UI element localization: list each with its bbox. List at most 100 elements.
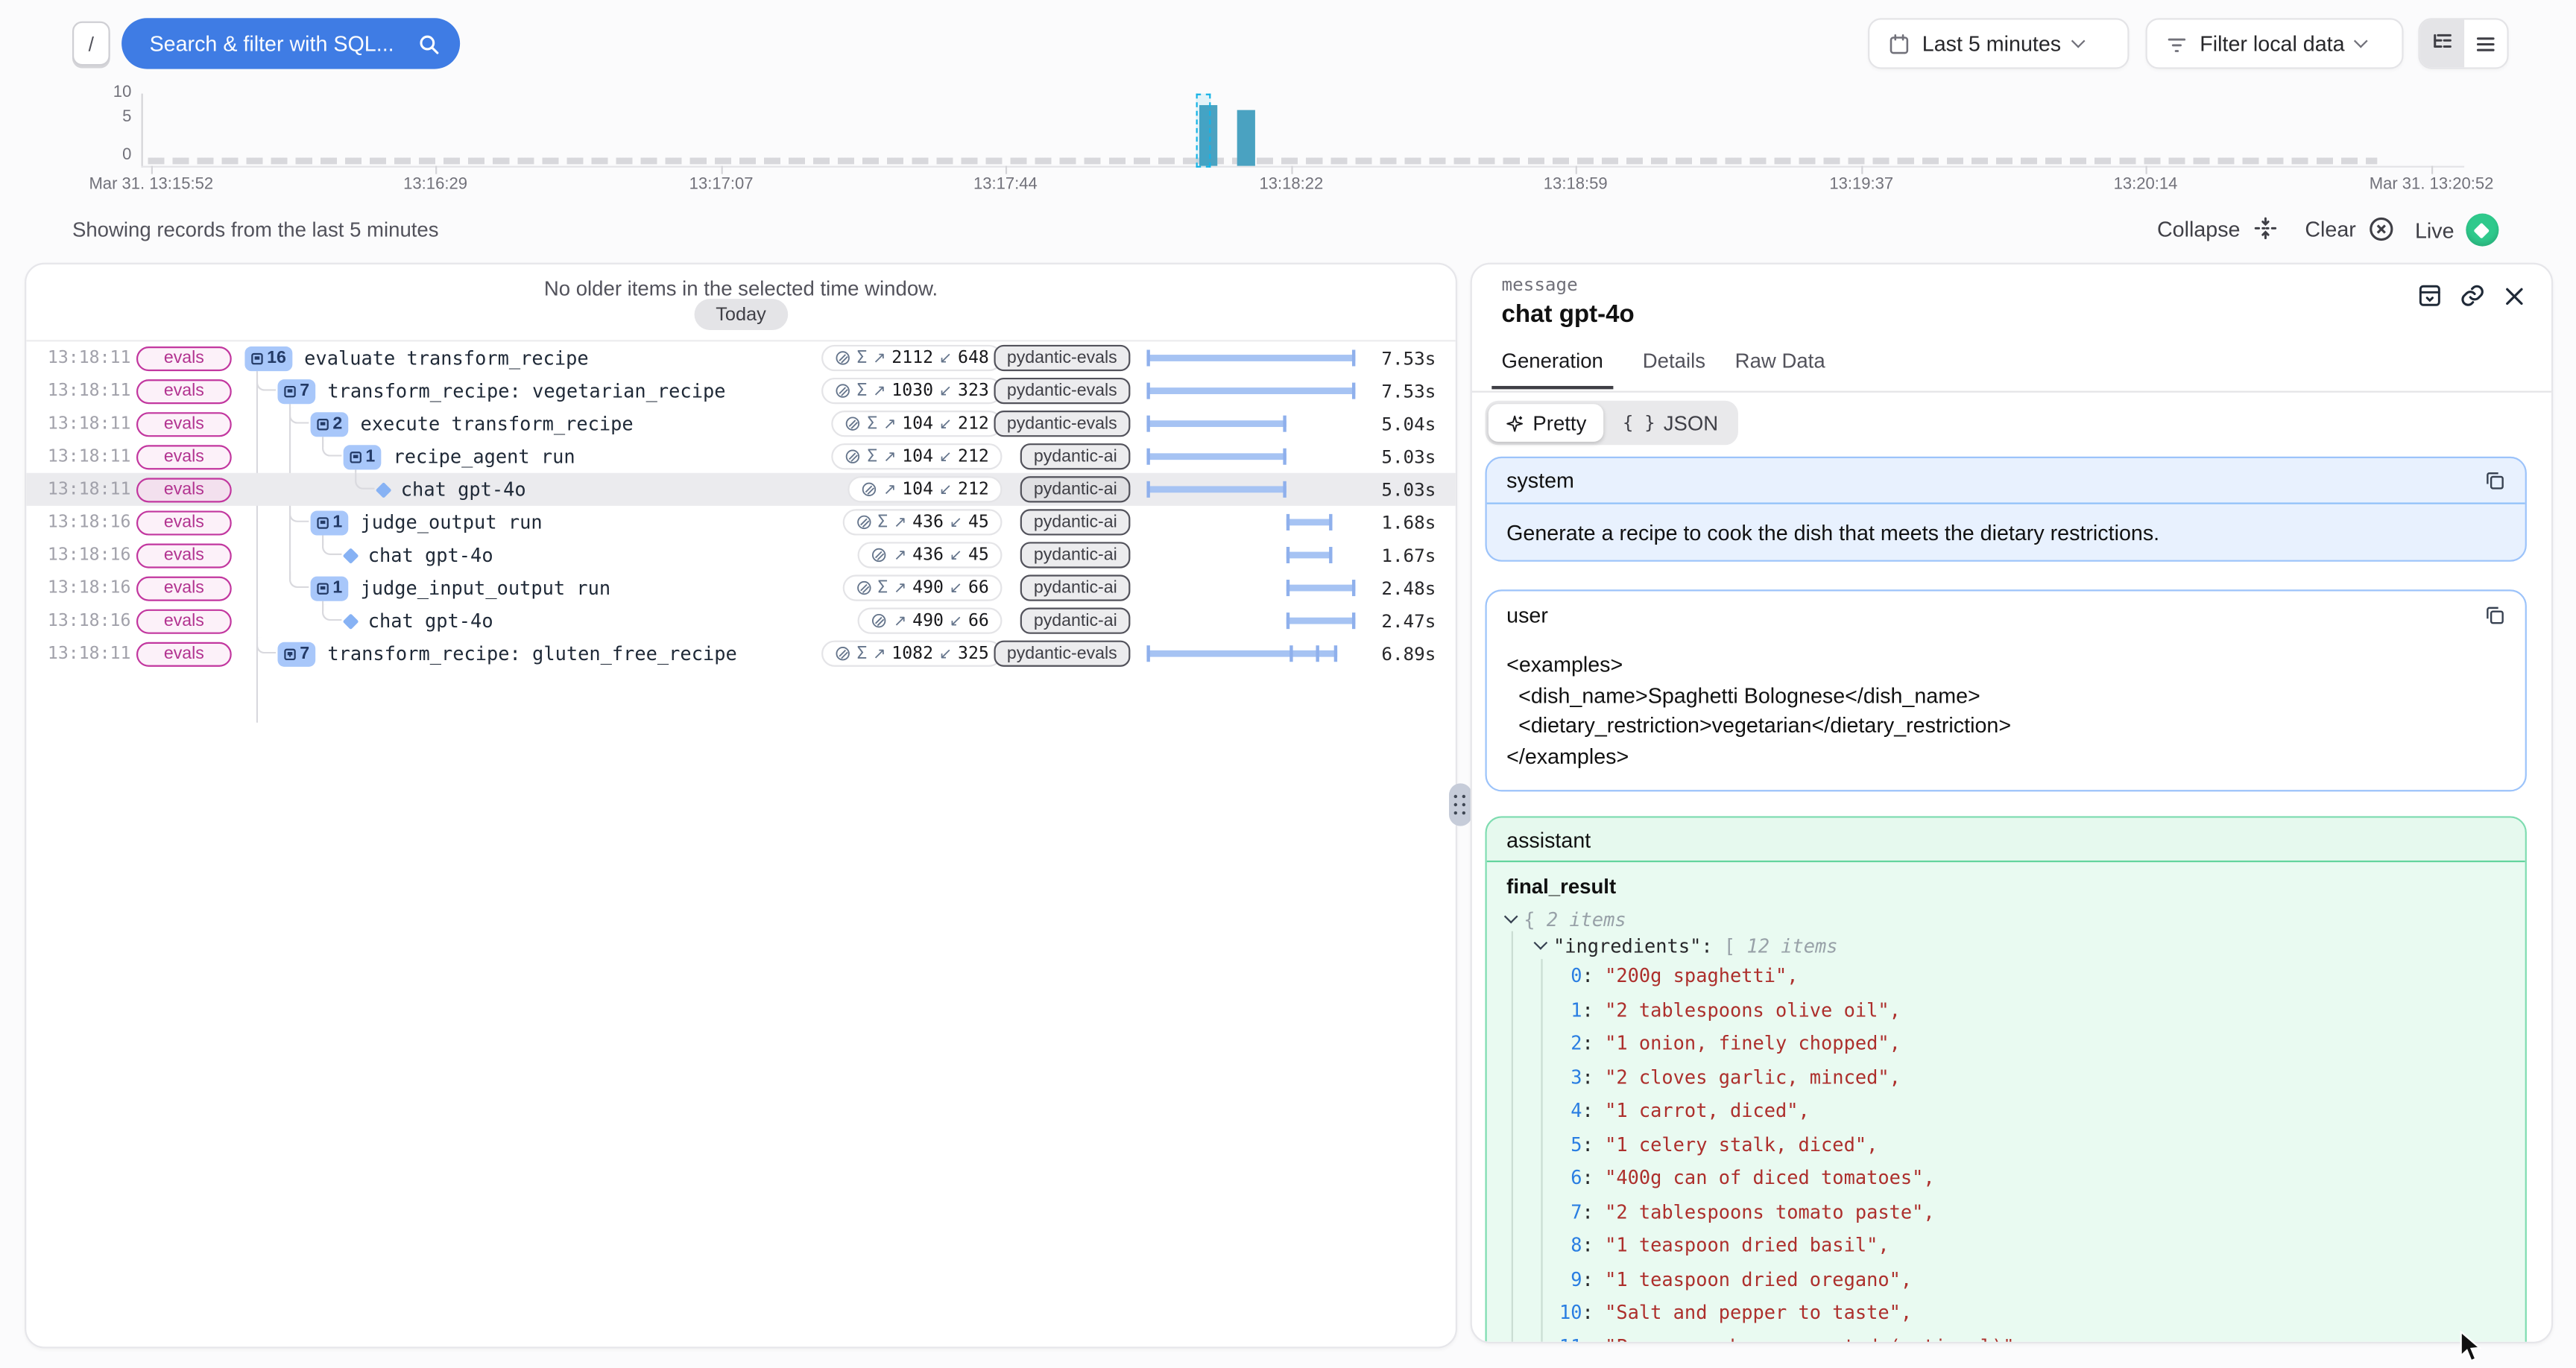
evals-tag-badge[interactable]: evals (136, 510, 232, 534)
filter-label: Filter local data (2200, 31, 2344, 56)
system-message-content: Generate a recipe to cook the dish that … (1487, 504, 2525, 562)
json-root-line[interactable]: { 2 items (1506, 907, 2505, 931)
token-usage-badge: Σ↗436↙45 (842, 509, 1003, 535)
trace-row[interactable]: 13:18:11 evals 1 recipe_agent run Σ↗104↙… (26, 440, 1456, 473)
tab-details[interactable]: Details (1643, 349, 1705, 389)
span-name[interactable]: transform_recipe: gluten_free_recipe (327, 642, 736, 665)
panel-resize-handle[interactable] (1449, 783, 1472, 826)
span-name[interactable]: execute transform_recipe (360, 412, 633, 435)
row-timestamp: 13:18:16 (48, 604, 130, 637)
chevron-down-icon (1505, 910, 1518, 922)
collapse-count-badge[interactable]: 1 (344, 444, 382, 469)
live-status-icon[interactable] (2466, 214, 2498, 247)
evals-tag-badge[interactable]: evals (136, 346, 232, 370)
copy-link-icon[interactable] (2460, 282, 2486, 308)
span-name[interactable]: judge_input_output run (360, 577, 610, 600)
dock-panel-icon[interactable] (2416, 282, 2443, 308)
trace-row[interactable]: 13:18:11 evals 2 execute transform_recip… (26, 408, 1456, 440)
span-name[interactable]: chat gpt-4o (368, 609, 493, 633)
expand-count-badge[interactable]: 7 (277, 642, 315, 666)
sparkle-icon (1505, 413, 1524, 432)
time-range-button[interactable]: Last 5 minutes (1868, 18, 2129, 69)
detail-title: chat gpt-4o (1502, 300, 1635, 328)
span-name[interactable]: evaluate transform_recipe (304, 346, 589, 370)
json-toggle-button[interactable]: { } JSON (1606, 404, 1734, 442)
x-axis-label: 13:16:29 (403, 176, 467, 194)
duration-text: 7.53s (1381, 375, 1436, 408)
row-timestamp: 13:18:11 (48, 408, 130, 440)
tab-generation[interactable]: Generation (1491, 349, 1613, 389)
collapse-label: Collapse (2157, 216, 2241, 241)
span-name[interactable]: chat gpt-4o (368, 544, 493, 567)
tree-view-button[interactable] (2420, 19, 2463, 67)
tokens-coin-icon (871, 547, 888, 563)
filter-local-data-button[interactable]: Filter local data (2146, 18, 2404, 69)
duration-text: 2.47s (1381, 604, 1436, 637)
json-array-item: 7: 2 tablespoons tomato paste (1506, 1194, 2505, 1228)
clear-button[interactable]: Clear (2305, 215, 2395, 243)
trace-row[interactable]: 13:18:16 evals chat gpt-4o ↗436↙45 pydan… (26, 539, 1456, 571)
json-array-item: 9: 1 teaspoon dried oregano (1506, 1262, 2505, 1296)
collapse-count-badge[interactable]: 2 (311, 411, 349, 436)
empty-buckets-dashes (148, 156, 2377, 164)
braces-icon: { } (1623, 412, 1655, 434)
detail-tabs: Generation Details Raw Data (1502, 349, 1825, 389)
evals-tag-badge[interactable]: evals (136, 411, 232, 436)
evals-tag-badge[interactable]: evals (136, 444, 232, 469)
token-usage-badge: Σ↗1082↙325 (821, 641, 1003, 667)
evals-tag-badge[interactable]: evals (136, 642, 232, 666)
duration-text: 5.03s (1381, 440, 1436, 473)
pretty-toggle-button[interactable]: Pretty (1489, 404, 1603, 442)
duration-text: 5.03s (1381, 473, 1436, 506)
collapse-count-badge[interactable]: 16 (244, 346, 292, 370)
today-badge[interactable]: Today (695, 299, 788, 330)
span-diamond-icon (343, 547, 359, 563)
collapse-count-badge[interactable]: 1 (311, 576, 349, 601)
collapse-count-badge[interactable]: 1 (311, 510, 349, 534)
trace-row-selected[interactable]: 13:18:11 evals chat gpt-4o ↗104↙212 pyda… (26, 473, 1456, 506)
duration-bar (1146, 453, 1286, 460)
duration-text: 6.89s (1381, 637, 1436, 670)
evals-tag-badge[interactable]: evals (136, 477, 232, 501)
y-axis-tick: 0 (95, 145, 131, 163)
histogram-bar[interactable] (1237, 110, 1254, 166)
trace-row[interactable]: 13:18:16 evals chat gpt-4o ↗490↙66 pydan… (26, 604, 1456, 637)
collapse-button[interactable]: Collapse (2157, 215, 2278, 241)
trace-row[interactable]: 13:18:11 evals 16 evaluate transform_rec… (26, 341, 1456, 374)
showing-records-text: Showing records from the last 5 minutes (72, 218, 439, 241)
evals-tag-badge[interactable]: evals (136, 576, 232, 601)
close-icon[interactable] (2502, 283, 2527, 308)
copy-icon[interactable] (2484, 604, 2506, 625)
evals-tag-badge[interactable]: evals (136, 609, 232, 633)
span-name[interactable]: chat gpt-4o (401, 478, 526, 501)
row-timestamp: 13:18:11 (48, 473, 130, 506)
span-name[interactable]: transform_recipe: vegetarian_recipe (327, 379, 725, 402)
evals-tag-badge[interactable]: evals (136, 379, 232, 403)
trace-row[interactable]: 13:18:11 evals 7 transform_recipe: veget… (26, 375, 1456, 408)
json-array-item: 4: 1 carrot, diced (1506, 1094, 2505, 1127)
tree-elbow (322, 539, 341, 555)
collapse-count-badge[interactable]: 7 (277, 379, 315, 403)
span-name[interactable]: judge_output run (360, 510, 542, 533)
y-axis-tick: 10 (95, 83, 131, 101)
x-axis-label: Mar 31. 13:15:52 (89, 176, 213, 194)
view-mode-toggle (2418, 18, 2508, 69)
copy-icon[interactable] (2484, 469, 2506, 491)
trace-row[interactable]: 13:18:16 evals 1 judge_output run Σ↗436↙… (26, 506, 1456, 539)
live-toggle[interactable]: Live (2415, 214, 2498, 247)
search-bar[interactable] (121, 18, 460, 69)
trace-row[interactable]: 13:18:11 evals 7 transform_recipe: glute… (26, 637, 1456, 670)
span-name[interactable]: recipe_agent run (394, 445, 575, 468)
search-input[interactable] (146, 30, 417, 57)
duration-bar (1146, 486, 1286, 493)
tab-raw-data[interactable]: Raw Data (1735, 349, 1825, 389)
flat-list-view-button[interactable] (2463, 19, 2507, 67)
evals-tag-badge[interactable]: evals (136, 542, 232, 567)
duration-bar (1146, 355, 1355, 362)
trace-rows: 13:18:11 evals 16 evaluate transform_rec… (26, 341, 1456, 670)
trace-row[interactable]: 13:18:16 evals 1 judge_input_output run … (26, 571, 1456, 604)
role-label: assistant (1506, 827, 1591, 852)
system-message-card: system Generate a recipe to cook the dis… (1485, 457, 2526, 562)
json-key-line[interactable]: "ingredients": [ 12 items (1506, 931, 2505, 959)
no-older-items-text: No older items in the selected time wind… (26, 277, 1456, 300)
